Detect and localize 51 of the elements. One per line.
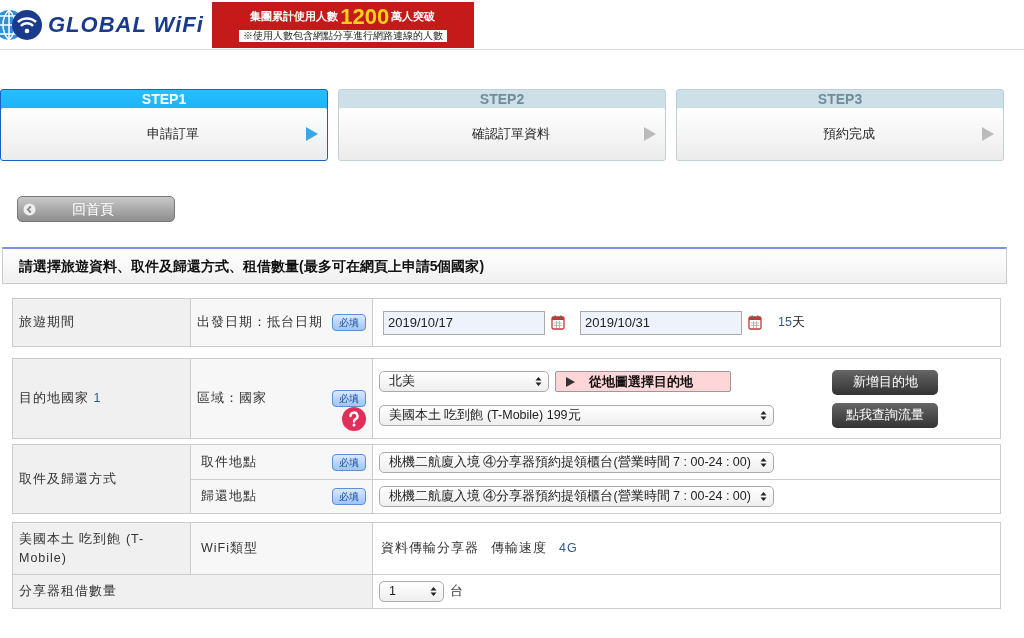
- select-caret-icon: [760, 456, 767, 468]
- field-label: 取件地點: [201, 453, 257, 471]
- step-tab[interactable]: STEP2 確認訂單資料: [338, 89, 666, 161]
- device-type: 資料傳輸分享器: [381, 540, 479, 558]
- select-caret-icon: [430, 586, 437, 597]
- back-chevron-icon: [23, 202, 36, 216]
- location-select[interactable]: 桃機二航廈入境 ④分享器預約提領櫃台(營業時間 7 : 00-24 : 00): [379, 451, 774, 473]
- date-field[interactable]: 2019/10/31: [580, 310, 742, 335]
- field-label: 歸還地點: [201, 488, 257, 506]
- date-field[interactable]: 2019/10/17: [383, 310, 545, 335]
- required-badge: 必填: [332, 390, 366, 407]
- section-header: 請選擇旅遊資料、取件及歸還方式、租借數量(最多可在網頁上申請5個國家): [2, 247, 1007, 284]
- help-question-icon[interactable]: [342, 407, 366, 431]
- banner-number: 1200: [340, 5, 390, 28]
- location-select[interactable]: 桃機二航廈入境 ④分享器預約提領櫃台(營業時間 7 : 00-24 : 00): [379, 486, 774, 507]
- select-caret-icon: [535, 376, 542, 387]
- required-badge: 必填: [332, 453, 366, 471]
- banner-text: 萬人突破: [391, 9, 436, 25]
- select-caret-icon: [760, 410, 767, 421]
- add-destination-button[interactable]: 新增目的地: [832, 369, 938, 395]
- plan-select[interactable]: 美國本土 吃到飽 (T-Mobile) 199元: [379, 405, 774, 426]
- field-label: 區域：國家: [197, 390, 267, 408]
- field-label: 旅遊期間: [19, 314, 75, 332]
- field-label: 目的地國家 1: [19, 390, 102, 408]
- step-tab[interactable]: STEP1 申請訂單: [0, 89, 328, 161]
- region-select[interactable]: 北美: [379, 371, 549, 392]
- step-tab[interactable]: STEP3 預約完成: [676, 89, 1004, 161]
- speed-value: 4G: [559, 540, 578, 558]
- logo-text: GLOBAL WiFi: [48, 11, 204, 39]
- unit-label: 台: [450, 583, 463, 601]
- play-arrow-icon: [981, 126, 995, 142]
- field-label: WiFi類型: [201, 540, 258, 558]
- days-count: 15天: [778, 314, 805, 332]
- field-label: 取件及歸還方式: [19, 470, 117, 488]
- speed-label: 傳輸速度: [491, 540, 547, 558]
- banner-note: ※使用人數包含網點分享進行網路連線的人數: [238, 29, 447, 42]
- check-data-button[interactable]: 點我查詢流量: [832, 402, 938, 428]
- required-badge: 必填: [332, 488, 366, 505]
- field-label: 出發日期：抵台日期: [197, 314, 323, 332]
- calendar-icon[interactable]: [748, 315, 762, 330]
- field-label: 美國本土 吃到飽 (T-Mobile): [19, 530, 146, 567]
- play-arrow-icon: [305, 126, 319, 142]
- banner-text: 集團累計使用人數: [250, 9, 339, 25]
- play-arrow-icon: [643, 126, 657, 142]
- play-arrow-icon: [566, 376, 575, 387]
- select-caret-icon: [760, 491, 767, 502]
- calendar-icon[interactable]: [551, 315, 565, 330]
- field-label: 分享器租借數量: [19, 583, 117, 601]
- quantity-select[interactable]: 1: [379, 581, 444, 602]
- required-badge: 必填: [332, 314, 366, 331]
- map-select-button[interactable]: 從地圖選擇目的地: [555, 371, 731, 392]
